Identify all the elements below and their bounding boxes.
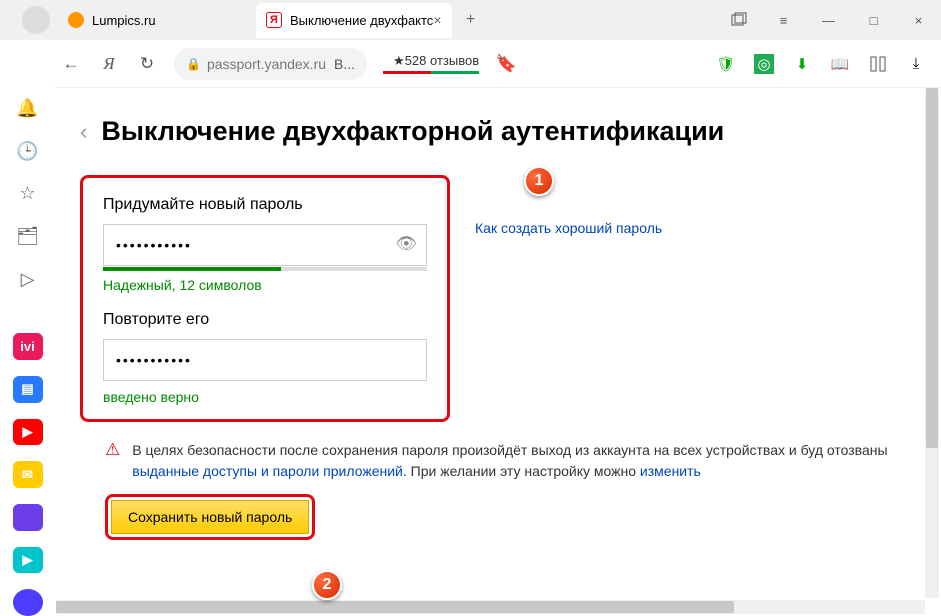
vertical-scrollbar[interactable] <box>925 88 939 598</box>
password-form-highlight: Придумайте новый пароль 👁 Надежный, 12 с… <box>80 175 450 422</box>
youtube-app-icon[interactable]: ▶ <box>13 419 43 446</box>
repeat-password-label: Повторите его <box>103 311 427 329</box>
window-minimize-icon[interactable]: — <box>806 0 851 40</box>
repeat-valid-text: введено верно <box>103 389 427 405</box>
teal-app-icon[interactable]: ▶ <box>13 547 43 574</box>
url-host: passport.yandex.ru <box>207 56 326 72</box>
address-bar[interactable]: 🔒 passport.yandex.ru В... <box>174 48 367 80</box>
tab-favicon-icon <box>68 12 84 28</box>
horizontal-scrollbar-thumb[interactable] <box>56 601 734 613</box>
repeat-password-input[interactable] <box>103 339 427 381</box>
shield-ext-icon[interactable]: 🛡 <box>716 54 736 74</box>
favorites-icon[interactable]: ☆ <box>13 180 43 207</box>
profile-avatar-icon[interactable] <box>22 6 50 34</box>
tab-close-icon[interactable]: × <box>433 12 441 28</box>
window-maximize-icon[interactable]: □ <box>851 0 896 40</box>
history-icon[interactable]: 🕒 <box>13 138 43 165</box>
page-title: Выключение двухфакторной аутентификации <box>101 116 724 147</box>
reviews-badge[interactable]: ★528 отзывов <box>383 53 479 74</box>
page-back-icon[interactable]: ‹ <box>80 119 87 145</box>
callout-badge-2: 2 <box>312 570 342 600</box>
lock-icon: 🔒 <box>186 57 201 71</box>
new-password-label: Придумайте новый пароль <box>103 196 427 214</box>
collections-icon[interactable]: 🗂 <box>13 223 43 250</box>
new-tab-button[interactable]: + <box>457 6 485 34</box>
window-close-icon[interactable]: × <box>896 0 941 40</box>
callout-badge-1: 1 <box>524 166 554 196</box>
horizontal-scrollbar[interactable] <box>56 600 925 614</box>
strength-text: Надежный, 12 символов <box>103 277 427 293</box>
warning-text-pre: В целях безопасности после сохранения па… <box>132 442 887 458</box>
target-ext-icon[interactable]: ◎ <box>754 54 774 74</box>
title-bar: Lumpics.ru Я Выключение двухфактс × + ≡ … <box>0 0 941 40</box>
reload-icon[interactable]: ↻ <box>136 54 158 74</box>
play-icon[interactable]: ▷ <box>13 266 43 293</box>
reader-ext-icon[interactable]: 📖 <box>830 54 850 74</box>
alice-app-icon[interactable] <box>13 589 43 616</box>
warning-icon: ⚠ <box>105 440 120 482</box>
yandex-home-icon[interactable]: Я <box>98 54 120 74</box>
nav-bar: ← Я ↻ 🔒 passport.yandex.ru В... ★528 отз… <box>0 40 941 88</box>
warning-row: ⚠ В целях безопасности после сохранения … <box>80 440 911 482</box>
menu-icon[interactable]: ≡ <box>761 0 806 40</box>
warning-text: В целях безопасности после сохранения па… <box>132 440 911 482</box>
ivi-app-icon[interactable]: ivi <box>13 333 43 360</box>
show-password-icon[interactable]: 👁 <box>395 234 417 254</box>
extensions-icon[interactable] <box>868 54 888 74</box>
vertical-scrollbar-thumb[interactable] <box>926 88 938 448</box>
tab-active[interactable]: Я Выключение двухфактс × <box>256 3 452 38</box>
save-password-button[interactable]: Сохранить новый пароль <box>111 500 309 534</box>
new-password-input[interactable] <box>103 224 427 266</box>
tab-favicon-icon: Я <box>266 12 282 28</box>
page-content: ‹ Выключение двухфакторной аутентификаци… <box>0 88 941 616</box>
tab-title: Lumpics.ru <box>92 13 156 28</box>
mail-app-icon[interactable]: ✉ <box>13 461 43 488</box>
revoked-access-link[interactable]: выданные доступы и пароли приложений <box>132 463 403 479</box>
tabs-overview-icon[interactable] <box>716 0 761 40</box>
tab-title: Выключение двухфактс <box>290 13 433 28</box>
url-suffix: В... <box>334 56 355 72</box>
docs-app-icon[interactable]: ▤ <box>13 376 43 403</box>
left-sidebar: 🔔 🕒 ☆ 🗂 ▷ ivi ▤ ▶ ✉ ▶ <box>0 40 55 616</box>
bookmark-icon[interactable]: 🔖 <box>495 54 517 74</box>
password-help-link[interactable]: Как создать хороший пароль <box>475 220 662 422</box>
strength-bar <box>103 267 427 271</box>
purple-app-icon[interactable] <box>13 504 43 531</box>
back-icon[interactable]: ← <box>60 54 82 74</box>
change-setting-link[interactable]: изменить <box>640 463 701 479</box>
download-ext-icon[interactable]: ⬇ <box>792 54 812 74</box>
notifications-icon[interactable]: 🔔 <box>13 95 43 122</box>
tab-lumpics[interactable]: Lumpics.ru <box>58 3 248 38</box>
reviews-text: ★528 отзывов <box>393 53 479 69</box>
save-button-highlight: Сохранить новый пароль <box>105 494 315 540</box>
downloads-icon[interactable]: ⤓ <box>906 54 926 74</box>
warning-text-mid: . При желании эту настройку можно <box>403 463 640 479</box>
reviews-underline <box>383 71 479 74</box>
